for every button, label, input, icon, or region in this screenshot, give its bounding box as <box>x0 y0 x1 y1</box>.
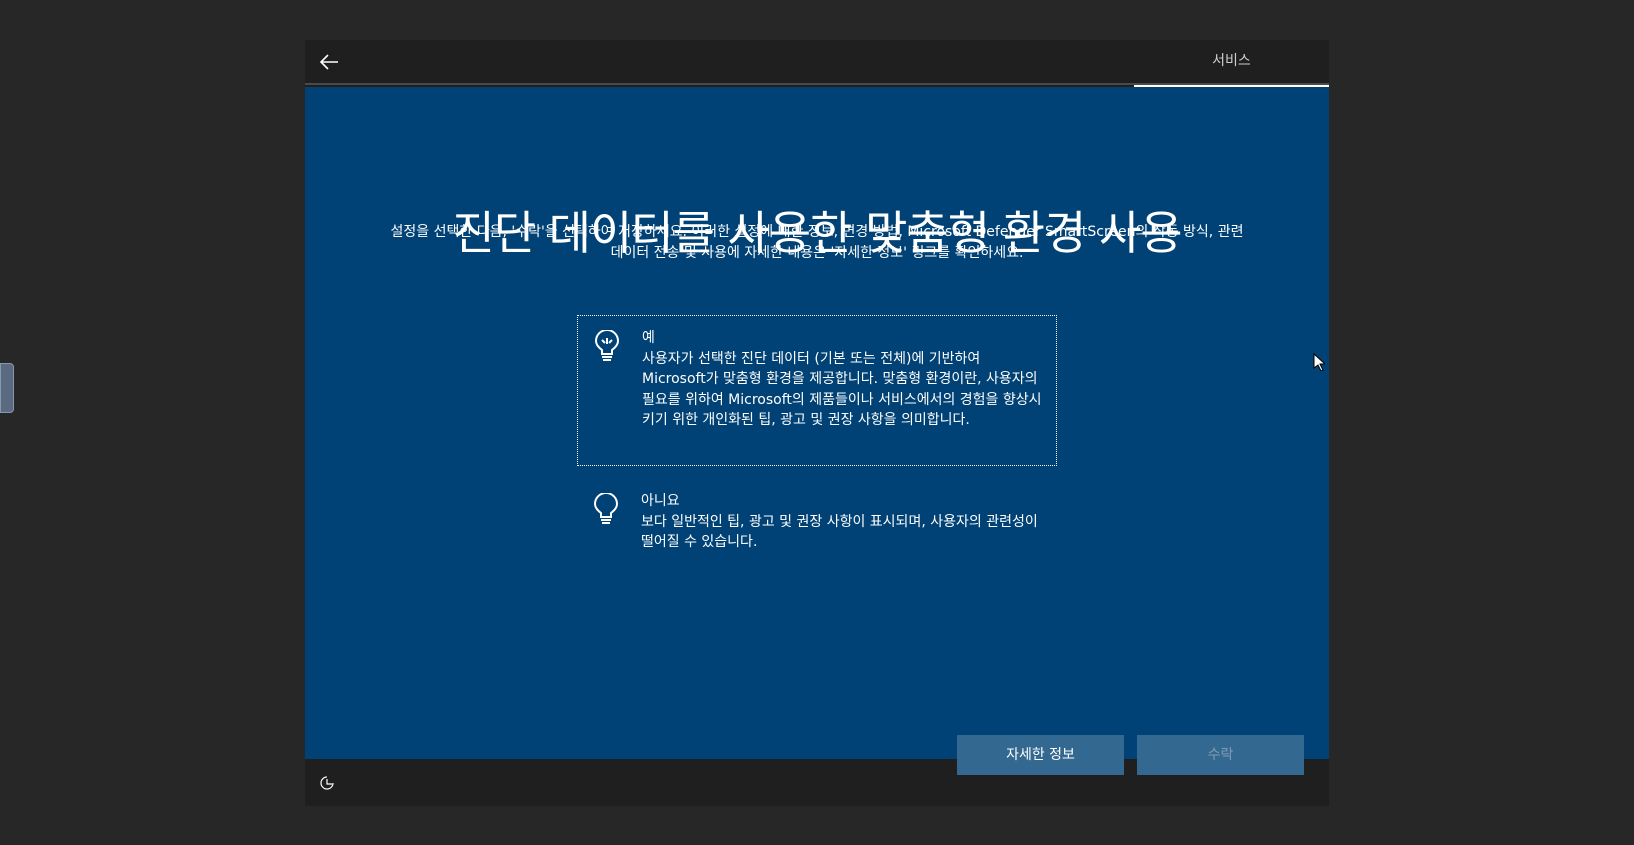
back-button[interactable] <box>317 50 341 74</box>
header: 서비스 <box>305 40 1329 87</box>
subtitle-line: 설정을 선택한 다음, '수락'을 선택하여 저장하세요. 이러한 설정에 대한… <box>390 224 1244 240</box>
tab-services: 서비스 <box>1134 40 1329 87</box>
mouse-cursor-icon <box>1313 353 1325 371</box>
lightbulb-on-icon <box>594 330 620 361</box>
arrow-left-icon <box>319 54 338 70</box>
option-yes[interactable]: 예 사용자가 선택한 진단 데이터 (기본 또는 전체)에 기반하여 Micro… <box>577 315 1057 466</box>
subtitle-line: 데이터 전송 및 사용에 자세한 내용은 '자세한 정보' 링크를 확인하세요. <box>610 245 1024 261</box>
page-subtitle: 설정을 선택한 다음, '수락'을 선택하여 저장하세요. 이러한 설정에 대한… <box>345 222 1289 264</box>
option-description: 사용자가 선택한 진단 데이터 (기본 또는 전체)에 기반하여 Microso… <box>642 350 1042 429</box>
main-panel: 진단 데이터를 사용한 맞춤형 환경 사용 설정을 선택한 다음, '수락'을 … <box>305 87 1329 775</box>
option-description: 보다 일반적인 팁, 광고 및 권장 사항이 표시되며, 사용자의 관련성이 떨… <box>641 513 1038 551</box>
setup-window: 서비스 진단 데이터를 사용한 맞춤형 환경 사용 설정을 선택한 다음, '수… <box>305 40 1329 806</box>
side-handle[interactable] <box>0 363 14 413</box>
accessibility-icon[interactable] <box>319 775 335 791</box>
lightbulb-icon <box>593 493 619 524</box>
option-no[interactable]: 아니요 보다 일반적인 팁, 광고 및 권장 사항이 표시되며, 사용자의 관련… <box>577 479 1057 565</box>
option-title: 예 <box>642 330 655 346</box>
footer <box>305 759 1329 806</box>
option-title: 아니요 <box>641 493 680 509</box>
